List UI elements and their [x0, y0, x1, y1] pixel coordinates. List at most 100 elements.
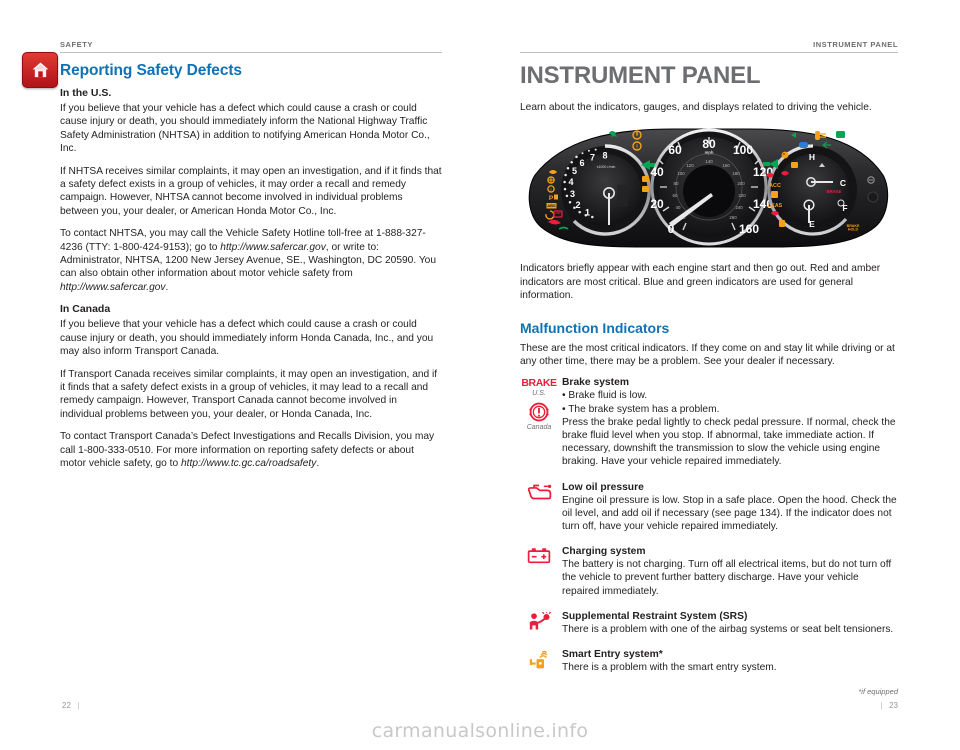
svg-text:P: P — [549, 195, 554, 202]
malfunction-indicators-intro: These are the most critical indicators. … — [520, 342, 895, 368]
indicator-body-low-oil-pressure: Low oil pressure Engine oil pressure is … — [558, 482, 898, 534]
svg-text:180: 180 — [732, 171, 740, 176]
paragraph-ca-2: If Transport Canada receives similar com… — [60, 368, 438, 420]
brake-icon-caption-us: U.S. — [532, 390, 546, 398]
indicator-text-charging-system: The battery is not charging. Turn off al… — [562, 559, 892, 597]
svg-text:160: 160 — [739, 222, 759, 236]
low-oil-pressure-icon — [527, 484, 552, 500]
brake-system-icon-group: BRAKE U.S. Canada — [520, 377, 558, 468]
subheading-in-the-us: In the U.S. — [60, 87, 112, 99]
chapter-title: INSTRUMENT PANEL — [520, 62, 761, 89]
low-oil-pressure-icon-group — [520, 482, 558, 534]
svg-text:40: 40 — [650, 165, 664, 179]
indicator-text-smart-entry: There is a problem with the smart entry … — [562, 662, 777, 674]
charging-system-icon-group — [520, 546, 558, 598]
indicator-body-charging-system: Charging system The battery is not charg… — [558, 546, 898, 598]
svg-text:220: 220 — [738, 193, 746, 198]
brake-word-icon: BRAKE — [521, 377, 557, 390]
indicator-text-brake-system: Press the brake pedal lightly to check p… — [562, 416, 896, 468]
svg-text:LKAS: LKAS — [768, 203, 783, 209]
svg-text:C: C — [840, 178, 846, 188]
indicator-bullet-brake-2: • The brake system has a problem. — [562, 403, 720, 415]
svg-text:80: 80 — [674, 181, 679, 186]
indicator-row-low-oil-pressure: Low oil pressure Engine oil pressure is … — [520, 482, 898, 534]
svg-text:ACC: ACC — [769, 183, 781, 189]
svg-text:7: 7 — [590, 153, 595, 163]
indicator-body-srs: Supplemental Restraint System (SRS) Ther… — [558, 611, 898, 636]
svg-text:x1000 r/min: x1000 r/min — [597, 165, 616, 169]
indicator-body-brake-system: Brake system • Brake fluid is low. • The… — [558, 377, 898, 468]
svg-text:BRAKE: BRAKE — [827, 189, 842, 194]
indicator-bullet-brake-1: • Brake fluid is low. — [562, 390, 648, 402]
indicator-title-srs: Supplemental Restraint System (SRS) — [562, 610, 748, 622]
indicator-title-brake-system: Brake system — [562, 377, 629, 389]
right-running-head: INSTRUMENT PANEL — [813, 40, 898, 49]
svg-text:!: ! — [636, 145, 638, 151]
svg-text:4: 4 — [568, 177, 573, 187]
home-icon[interactable] — [22, 52, 58, 88]
charging-system-icon — [527, 548, 551, 564]
svg-text:140: 140 — [705, 159, 713, 164]
indicator-row-smart-entry: Smart Entry system* There is a problem w… — [520, 649, 898, 674]
svg-text:100: 100 — [733, 143, 753, 157]
chapter-intro: Learn about the indicators, gauges, and … — [520, 102, 872, 113]
svg-text:1: 1 — [585, 208, 590, 218]
indicator-title-smart-entry: Smart Entry system* — [562, 649, 663, 661]
svg-text:60: 60 — [668, 143, 682, 157]
svg-text:E: E — [809, 219, 815, 229]
safercar-url-2[interactable]: http://www.safercar.gov — [60, 282, 166, 293]
subheading-in-canada: In Canada — [60, 303, 111, 316]
smart-entry-icon-group — [520, 649, 558, 674]
svg-text:20: 20 — [650, 197, 664, 211]
svg-text:8: 8 — [602, 151, 607, 161]
left-header-rule — [60, 52, 442, 53]
paragraph-us-1: If you believe that your vehicle has a d… — [60, 103, 430, 155]
svg-text:H: H — [809, 152, 815, 162]
paragraph-us-contact: To contact NHTSA, you may call the Vehic… — [60, 227, 442, 294]
instrument-cluster-figure: 1 2 3 4 5 6 7 8 x1000 r/min ! P ABS ! 0 … — [520, 123, 898, 251]
manual-spread: SAFETY Reporting Safety Defects In the U… — [0, 0, 960, 750]
svg-text:!: ! — [550, 188, 551, 193]
right-page-column: INSTRUMENT PANEL INSTRUMENT PANEL Learn … — [520, 40, 898, 696]
paragraph-ca-contact: To contact Transport Canada’s Defect Inv… — [60, 430, 442, 470]
indicator-text-low-oil-pressure: Engine oil pressure is low. Stop in a sa… — [562, 494, 897, 533]
indicator-row-srs: Supplemental Restraint System (SRS) Ther… — [520, 611, 898, 636]
folio-right-number: 23 — [889, 701, 898, 710]
svg-text:120: 120 — [686, 163, 694, 168]
paragraph-ca-1: If you believe that your vehicle has a d… — [60, 319, 434, 358]
tc-roadsafety-url[interactable]: http://www.tc.gc.ca/roadsafety — [181, 458, 316, 469]
folio-left-number: 22 — [62, 701, 71, 710]
svg-text:240: 240 — [735, 205, 743, 210]
indicator-title-low-oil-pressure: Low oil pressure — [562, 481, 644, 493]
smart-entry-icon — [529, 650, 548, 669]
svg-text:260: 260 — [729, 215, 737, 220]
right-header-rule — [520, 52, 898, 53]
svg-text:40: 40 — [676, 205, 681, 210]
indicator-body-smart-entry: Smart Entry system* There is a problem w… — [558, 649, 898, 674]
brake-icon-caption-canada: Canada — [526, 424, 552, 432]
svg-text:200: 200 — [737, 181, 745, 186]
svg-text:2: 2 — [575, 200, 580, 210]
folio-left-bar: | — [73, 701, 80, 710]
site-watermark: carmanualsonline.info — [371, 720, 589, 742]
page-title: Reporting Safety Defects — [60, 62, 242, 79]
malfunction-indicators-heading: Malfunction Indicators — [520, 319, 670, 336]
svg-text:100: 100 — [677, 171, 685, 176]
svg-text:80: 80 — [702, 137, 716, 151]
left-page-column: SAFETY Reporting Safety Defects In the U… — [60, 40, 442, 470]
indicator-list: BRAKE U.S. Canada Brake system • Brake f… — [520, 377, 898, 674]
contact-us-part3: . — [165, 281, 169, 293]
indicator-row-brake-system: BRAKE U.S. Canada Brake system • Brake f… — [520, 377, 898, 468]
svg-text:HOLD: HOLD — [848, 228, 859, 232]
safercar-url-1[interactable]: http://www.safercar.gov — [220, 242, 326, 253]
folio-left: 22 | — [62, 701, 80, 710]
svg-text:ABS: ABS — [547, 204, 556, 209]
folio-right-bar: | — [880, 701, 887, 710]
left-running-head: SAFETY — [60, 40, 93, 49]
svg-text:5: 5 — [572, 166, 577, 176]
paragraph-us-2: If NHTSA receives similar complaints, it… — [60, 165, 442, 217]
indicator-title-charging-system: Charging system — [562, 546, 646, 558]
indicator-row-charging-system: Charging system The battery is not charg… — [520, 546, 898, 598]
footnote-if-equipped: *if equipped — [858, 687, 898, 697]
folio-right: | 23 — [880, 701, 898, 710]
